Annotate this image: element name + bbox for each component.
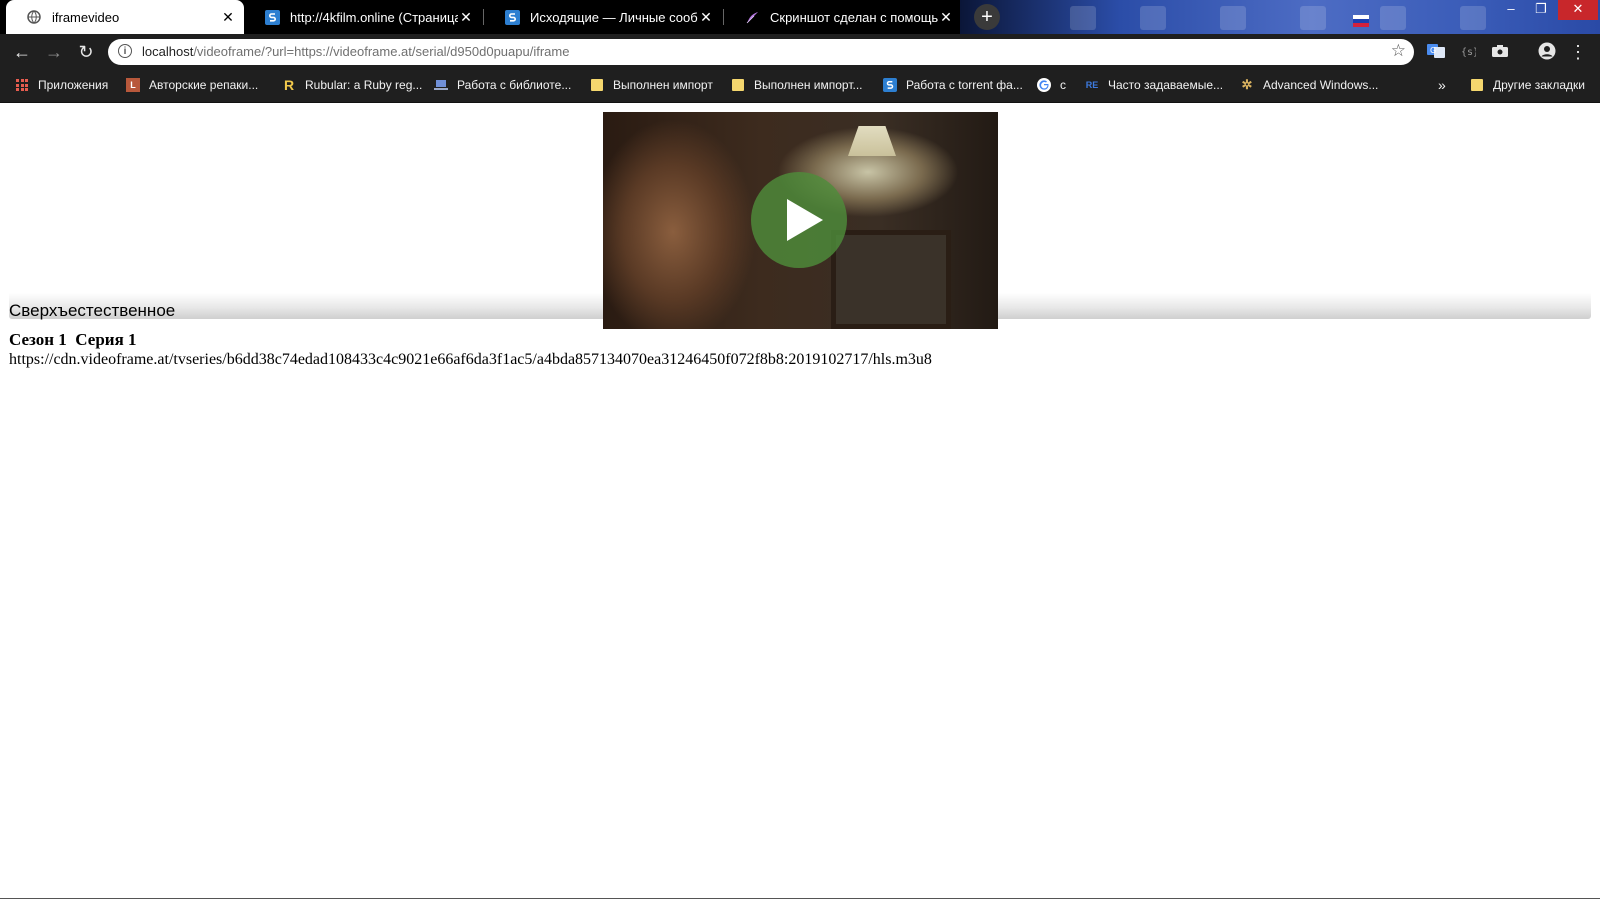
- bookmark-label: Работа с torrent фа...: [906, 78, 1023, 92]
- tab-screenshot[interactable]: Скриншот сделан с помощью L ✕: [724, 0, 962, 34]
- bookmark-folder[interactable]: Выполнен импорт...: [731, 68, 863, 102]
- bookmark-item[interactable]: RE Часто задаваемые...: [1085, 68, 1223, 102]
- bookmark-label: Rubular: a Ruby reg...: [305, 78, 423, 92]
- tab-strip: iframevideo ✕ http://4kfilm.online (Стра…: [0, 0, 1600, 34]
- translate-extension-icon[interactable]: G: [1426, 42, 1446, 60]
- restore-button[interactable]: ❐: [1526, 0, 1556, 20]
- minimize-button[interactable]: –: [1496, 0, 1526, 20]
- bookmark-item[interactable]: с: [1037, 68, 1066, 102]
- other-bookmarks-folder[interactable]: Другие закладки: [1470, 68, 1585, 102]
- profile-avatar-icon[interactable]: [1537, 42, 1557, 60]
- bookmark-label: Авторские репаки...: [149, 78, 259, 92]
- tab-messages[interactable]: Исходящие — Личные сообщения ✕: [484, 0, 722, 34]
- book-icon: L: [126, 78, 140, 92]
- bookmark-label: Работа с библиоте...: [457, 78, 572, 92]
- tab-title: Скриншот сделан с помощью L: [770, 9, 938, 25]
- tab-close-button[interactable]: ✕: [938, 9, 954, 26]
- video-player[interactable]: [603, 112, 998, 329]
- back-button[interactable]: ←: [11, 41, 33, 63]
- bookmark-label: Выполнен импорт: [613, 78, 713, 92]
- page-bottom-divider: [0, 898, 1600, 899]
- site-s-icon: [504, 9, 520, 25]
- stream-url: https://cdn.videoframe.at/tvseries/b6dd3…: [9, 351, 932, 368]
- folder-icon: [590, 78, 604, 92]
- site-info-icon[interactable]: i: [118, 44, 132, 58]
- bookmark-item[interactable]: Работа с библиоте...: [434, 68, 571, 102]
- extension-icon[interactable]: {s}: [1458, 42, 1478, 60]
- folder-icon: [731, 78, 745, 92]
- tab-title: iframevideo: [52, 9, 120, 25]
- language-flag-icon: [1353, 15, 1369, 27]
- gear-icon: ✲: [1241, 77, 1253, 92]
- forward-button[interactable]: →: [43, 41, 65, 63]
- browser-toolbar: ← → ↻ i localhost/videoframe/?url=https:…: [0, 34, 1600, 68]
- new-tab-button[interactable]: +: [974, 4, 1000, 30]
- menu-button[interactable]: ⋮: [1567, 41, 1589, 63]
- svg-text:G: G: [1430, 46, 1436, 55]
- folder-icon: [1470, 78, 1484, 92]
- bookmarks-overflow-button[interactable]: »: [1438, 68, 1446, 102]
- bookmark-apps[interactable]: Приложения: [15, 68, 108, 102]
- video-thumbnail-lamp: [848, 126, 896, 156]
- globe-icon: [26, 9, 42, 25]
- camera-extension-icon[interactable]: [1490, 42, 1510, 60]
- address-path: /videoframe/?url=https://videoframe.at/s…: [193, 44, 570, 59]
- bookmarks-bar: Приложения L Авторские репаки... R Rubul…: [0, 68, 1600, 103]
- site-s-icon: [264, 9, 280, 25]
- series-title: Сверхъестественное: [9, 301, 176, 320]
- bookmark-label: с: [1060, 78, 1066, 92]
- bookmark-item[interactable]: L Авторские репаки...: [126, 68, 258, 102]
- tab-close-button[interactable]: ✕: [220, 9, 236, 26]
- tab-4kfilm[interactable]: http://4kfilm.online (Страница 1) ✕: [244, 0, 482, 34]
- bookmark-folder[interactable]: Выполнен импорт: [590, 68, 713, 102]
- bookmark-star-icon[interactable]: ☆: [1391, 41, 1406, 61]
- play-button[interactable]: [751, 172, 847, 268]
- site-s-icon: [883, 78, 897, 92]
- bookmark-label: Выполнен импорт...: [754, 78, 863, 92]
- tab-close-button[interactable]: ✕: [698, 9, 714, 26]
- tab-title: Исходящие — Личные сообщения: [530, 9, 698, 25]
- bookmark-label: Приложения: [38, 78, 109, 92]
- close-window-button[interactable]: ✕: [1558, 0, 1598, 20]
- bookmark-label: Другие закладки: [1493, 78, 1585, 92]
- bookmark-label: Часто задаваемые...: [1108, 78, 1224, 92]
- svg-text:{s}: {s}: [1461, 47, 1476, 58]
- reload-button[interactable]: ↻: [75, 41, 97, 63]
- rubular-r-icon: R: [283, 77, 295, 93]
- episode-label: Сезон 1 Серия 1: [9, 330, 137, 349]
- bookmark-item[interactable]: Работа с torrent фа...: [883, 68, 1023, 102]
- tab-title: http://4kfilm.online (Страница 1): [290, 9, 458, 25]
- page-content: Сверхъестественное Сезон 1 Серия 1 https…: [0, 103, 1600, 900]
- bookmark-item[interactable]: R Rubular: a Ruby reg...: [282, 68, 422, 102]
- bookmark-item[interactable]: ✲ Advanced Windows...: [1240, 68, 1379, 102]
- tab-iframevideo[interactable]: iframevideo ✕: [6, 0, 244, 34]
- address-text[interactable]: localhost/videoframe/?url=https://videof…: [142, 44, 569, 59]
- apps-grid-icon: [15, 78, 29, 92]
- laptop-icon: [434, 78, 448, 92]
- bookmark-label: Advanced Windows...: [1263, 78, 1379, 92]
- google-icon: [1037, 78, 1051, 92]
- feather-icon: [744, 9, 760, 25]
- address-host: localhost: [142, 44, 194, 59]
- address-bar[interactable]: i localhost/videoframe/?url=https://vide…: [108, 39, 1414, 65]
- video-thumbnail-picture-frame: [831, 230, 951, 329]
- tab-close-button[interactable]: ✕: [458, 9, 474, 26]
- re-icon: RE: [1085, 80, 1099, 90]
